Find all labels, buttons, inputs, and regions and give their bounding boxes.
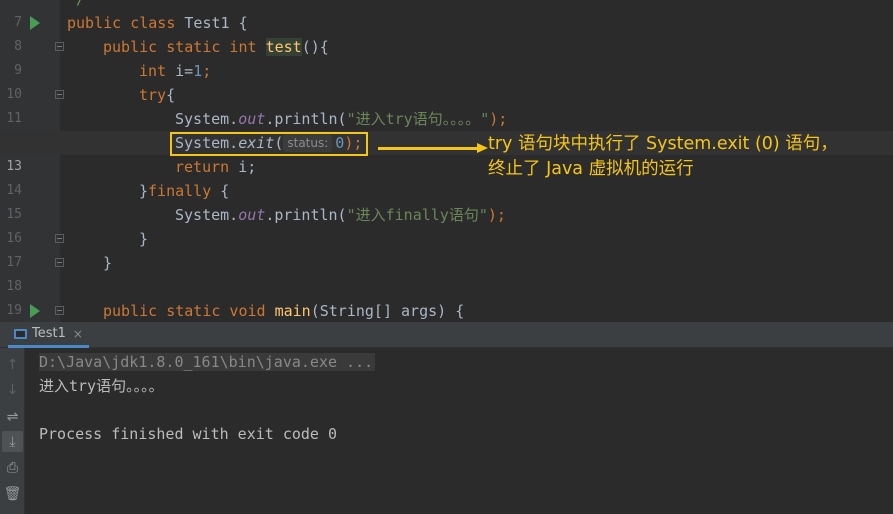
code-text: System. xyxy=(175,110,239,128)
code-keyword: public class xyxy=(67,14,185,32)
arrow-down-icon[interactable]: ↓ xyxy=(2,379,23,400)
code-line: 11 try{ xyxy=(0,83,893,126)
code-string: "进入try语句。。。。" xyxy=(346,110,490,128)
console-command: D:\Java\jdk1.8.0_161\bin\java.exe ... xyxy=(39,353,376,371)
code-field: out xyxy=(238,206,266,224)
fold-icon[interactable] xyxy=(55,42,64,51)
code-line: 12 System.out.println("进入try语句。。。。"); xyxy=(0,107,893,150)
highlight-box xyxy=(170,132,368,156)
code-text: i; xyxy=(238,158,257,176)
code-number: 1 xyxy=(193,62,203,80)
code-string: "进入finally语句" xyxy=(346,206,488,224)
code-line: 17 } xyxy=(0,227,893,270)
code-semicolon: ); xyxy=(487,206,506,224)
code-keyword: public static void xyxy=(103,302,275,320)
code-line: 15 }finally { xyxy=(0,179,893,222)
code-semicolon: ; xyxy=(202,62,212,80)
console-output[interactable]: D:\Java\jdk1.8.0_161\bin\java.exe ... 进入… xyxy=(25,348,893,514)
code-text: } xyxy=(139,230,149,248)
code-line: 9 public static int test(){ xyxy=(0,35,893,78)
print-icon[interactable]: ⎙ xyxy=(2,457,23,478)
fold-icon[interactable] xyxy=(55,234,64,243)
fold-icon[interactable] xyxy=(55,258,64,267)
close-icon[interactable]: × xyxy=(73,327,83,341)
trash-icon[interactable]: 🗑 xyxy=(2,483,23,504)
code-keyword: int xyxy=(139,62,176,80)
annotation-arrow xyxy=(378,147,478,150)
code-text: { xyxy=(166,86,176,104)
run-class-icon[interactable] xyxy=(30,16,40,30)
code-keyword: finally xyxy=(148,182,212,200)
method-name: test xyxy=(265,38,302,56)
code-line: 18 } xyxy=(0,251,893,294)
code-text: System. xyxy=(175,206,239,224)
fold-icon[interactable] xyxy=(55,306,64,315)
arrow-up-icon[interactable]: ↑ xyxy=(2,354,23,375)
annotation-line-1: try 语句块中执行了 System.exit (0) 语句， xyxy=(488,134,838,154)
code-keyword: public static int xyxy=(103,38,266,56)
code-editor[interactable]: 7 */ 8 public class Test1 { 9 public sta… xyxy=(0,0,893,322)
run-toolbar: ↑ ↓ ⇌ ⤓ ⎙ 🗑 xyxy=(0,348,25,514)
annotation-line-2: 终止了 Java 虚拟机的运行 xyxy=(488,159,694,179)
code-text: .println( xyxy=(265,110,347,128)
code-line: 16 System.out.println("进入finally语句"); xyxy=(0,203,893,246)
method-name: main xyxy=(274,302,311,320)
code-keyword: try xyxy=(139,86,167,104)
code-line: 7 */ xyxy=(0,0,893,30)
run-main-icon[interactable] xyxy=(30,304,40,318)
code-line: 20 public static void main(String[] args… xyxy=(0,299,893,322)
comment-text: */ xyxy=(67,0,85,11)
code-text: .println( xyxy=(265,206,347,224)
code-text: (String[] args) { xyxy=(310,302,465,320)
run-tab-bar: Test1 × xyxy=(0,322,893,348)
code-text: (){ xyxy=(301,38,329,56)
code-line: 10 int i=1; xyxy=(0,59,893,102)
code-text: Test1 { xyxy=(184,14,248,32)
tab-test1[interactable]: Test1 × xyxy=(8,322,89,348)
annotation-text: try 语句块中执行了 System.exit (0) 语句， 终止了 Java… xyxy=(488,132,838,182)
code-text: i= xyxy=(175,62,194,80)
code-line: 8 public class Test1 { xyxy=(0,11,893,54)
soft-wrap-icon[interactable]: ⇌ xyxy=(2,406,23,427)
code-semicolon: ); xyxy=(489,110,508,128)
code-line: 19 xyxy=(0,275,893,318)
code-text: } xyxy=(139,182,149,200)
code-keyword: return xyxy=(175,158,239,176)
code-text: } xyxy=(103,254,113,272)
annotation-arrow-head xyxy=(477,143,488,153)
scroll-to-end-icon[interactable]: ⤓ xyxy=(2,431,23,452)
code-text: { xyxy=(211,182,230,200)
console-exit-message: Process finished with exit code 0 xyxy=(39,425,338,443)
tab-label: Test1 xyxy=(32,326,66,341)
fold-icon[interactable] xyxy=(55,90,64,99)
code-field: out xyxy=(238,110,266,128)
console-icon xyxy=(14,328,27,339)
console-output-line: 进入try语句。。。。 xyxy=(39,377,164,395)
